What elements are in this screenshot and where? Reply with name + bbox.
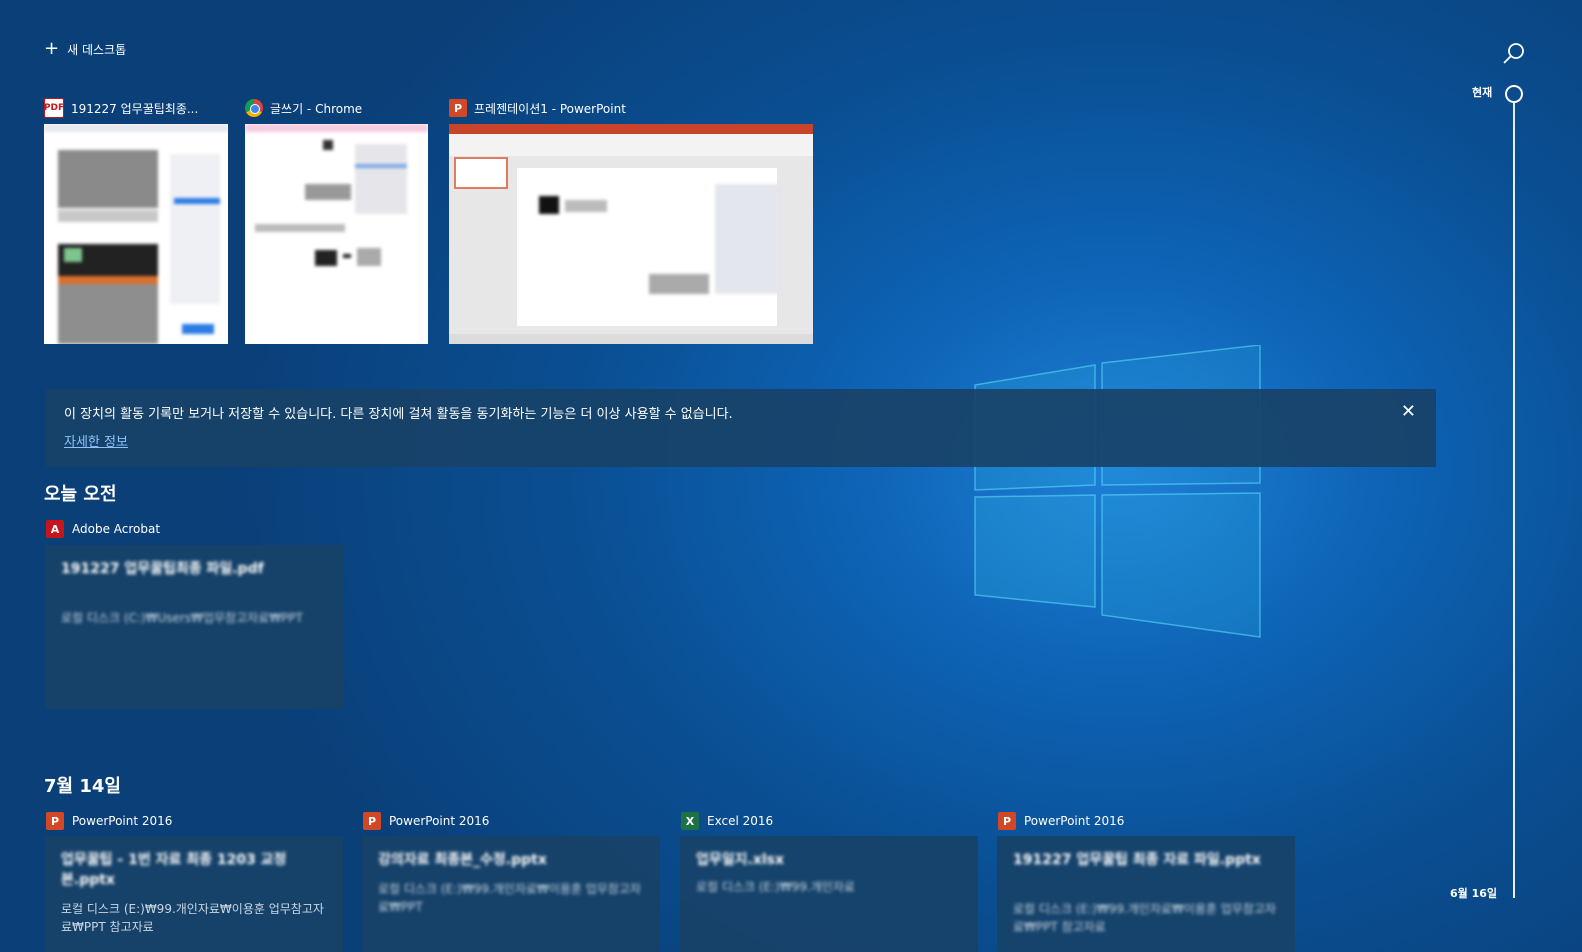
activity-title: 191227 업무꿀팁 최종 자료 파일.pptx bbox=[1013, 852, 1261, 868]
activity-subtitle: 로컬 디스크 (E:)₩99.개인자료₩이용훈 업무참고자료₩PPT bbox=[378, 882, 641, 914]
acrobat-icon: A bbox=[46, 520, 64, 538]
search-icon[interactable] bbox=[1500, 40, 1528, 68]
window-title: 글쓰기 - Chrome bbox=[270, 101, 363, 116]
activity-app-label: P PowerPoint 2016 bbox=[998, 812, 1124, 830]
app-name: Excel 2016 bbox=[707, 814, 774, 828]
app-name: PowerPoint 2016 bbox=[389, 814, 490, 828]
activity-card[interactable]: 업무일지.xlsx 로컬 디스크 (E:)₩99.개인자료 bbox=[680, 836, 978, 952]
activity-title: 업무일지.xlsx bbox=[696, 852, 785, 868]
section-heading-today: 오늘 오전 bbox=[44, 484, 117, 505]
chrome-icon bbox=[245, 99, 263, 117]
app-name: PowerPoint 2016 bbox=[1024, 814, 1125, 828]
new-desktop-label: 새 데스크톱 bbox=[67, 42, 127, 57]
activity-card[interactable]: 업무꿀팁 - 1번 자료 최종 1203 교정본.pptx 로컬 디스크 (E:… bbox=[45, 836, 343, 952]
window-thumbnail[interactable] bbox=[44, 124, 228, 344]
activity-app-label: A Adobe Acrobat bbox=[46, 520, 160, 538]
activity-app-label: P PowerPoint 2016 bbox=[46, 812, 172, 830]
window-thumbnail[interactable] bbox=[245, 124, 428, 344]
app-name: Adobe Acrobat bbox=[72, 522, 161, 536]
activity-title: 업무꿀팁 - 1번 자료 최종 1203 교정본.pptx bbox=[61, 852, 287, 888]
new-desktop-button[interactable]: + 새 데스크톱 bbox=[44, 40, 126, 58]
sync-notice-banner: 이 장치의 활동 기록만 보거나 저장할 수 있습니다. 다른 장치에 걸쳐 활… bbox=[46, 389, 1436, 467]
excel-icon: X bbox=[681, 812, 699, 830]
notice-message: 이 장치의 활동 기록만 보거나 저장할 수 있습니다. 다른 장치에 걸쳐 활… bbox=[64, 407, 733, 422]
activity-title: 강의자료 최종본_수정.pptx bbox=[378, 852, 547, 868]
powerpoint-icon: P bbox=[363, 812, 381, 830]
section-heading-jul14: 7월 14일 bbox=[44, 776, 121, 797]
activity-subtitle: 로컬 디스크 (E:)₩99.개인자료 bbox=[696, 880, 855, 894]
timeline-handle[interactable] bbox=[1505, 85, 1523, 103]
powerpoint-icon: P bbox=[998, 812, 1016, 830]
window-title: 191227 업무꿀팁최종... bbox=[71, 101, 199, 116]
pdf-icon: PDF bbox=[44, 98, 64, 118]
window-title: 프레젠테이션1 - PowerPoint bbox=[474, 101, 626, 116]
close-icon[interactable]: ✕ bbox=[1401, 403, 1416, 421]
activity-app-label: P PowerPoint 2016 bbox=[363, 812, 489, 830]
window-thumbnail[interactable] bbox=[449, 124, 813, 344]
window-powerpoint[interactable]: P 프레젠테이션1 - PowerPoint bbox=[449, 96, 813, 344]
plus-icon: + bbox=[44, 38, 60, 59]
window-chrome[interactable]: 글쓰기 - Chrome bbox=[245, 96, 428, 344]
activity-subtitle: 로컬 디스크 (C:)₩Users₩업무참고자료₩PPT bbox=[61, 611, 303, 625]
activity-card[interactable]: 191227 업무꿀팁 최종 자료 파일.pptx 로컬 디스크 (E:)₩99… bbox=[997, 836, 1295, 952]
window-pdf[interactable]: PDF 191227 업무꿀팁최종... bbox=[44, 96, 228, 344]
powerpoint-icon: P bbox=[46, 812, 64, 830]
activity-subtitle: 로컬 디스크 (E:)₩99.개인자료₩이용훈 업무참고자료₩PPT 참고자료 bbox=[1013, 902, 1276, 934]
timeline-scrollbar[interactable] bbox=[1513, 103, 1515, 898]
activity-card[interactable]: 191227 업무꿀팁최종 파일.pdf 로컬 디스크 (C:)₩Users₩업… bbox=[45, 545, 343, 709]
activity-subtitle: 로컬 디스크 (E:)₩99.개인자료₩이용훈 업무참고자료₩PPT 참고자료 bbox=[61, 902, 324, 934]
powerpoint-icon: P bbox=[449, 99, 467, 117]
timeline-date-label: 6월 16일 bbox=[1450, 887, 1498, 900]
activity-title: 191227 업무꿀팁최종 파일.pdf bbox=[61, 561, 264, 577]
more-info-link[interactable]: 자세한 정보 bbox=[64, 431, 128, 450]
timeline-now-label: 현재 bbox=[1472, 86, 1493, 99]
activity-app-label: X Excel 2016 bbox=[681, 812, 773, 830]
activity-card[interactable]: 강의자료 최종본_수정.pptx 로컬 디스크 (E:)₩99.개인자료₩이용훈… bbox=[362, 836, 660, 952]
app-name: PowerPoint 2016 bbox=[72, 814, 173, 828]
